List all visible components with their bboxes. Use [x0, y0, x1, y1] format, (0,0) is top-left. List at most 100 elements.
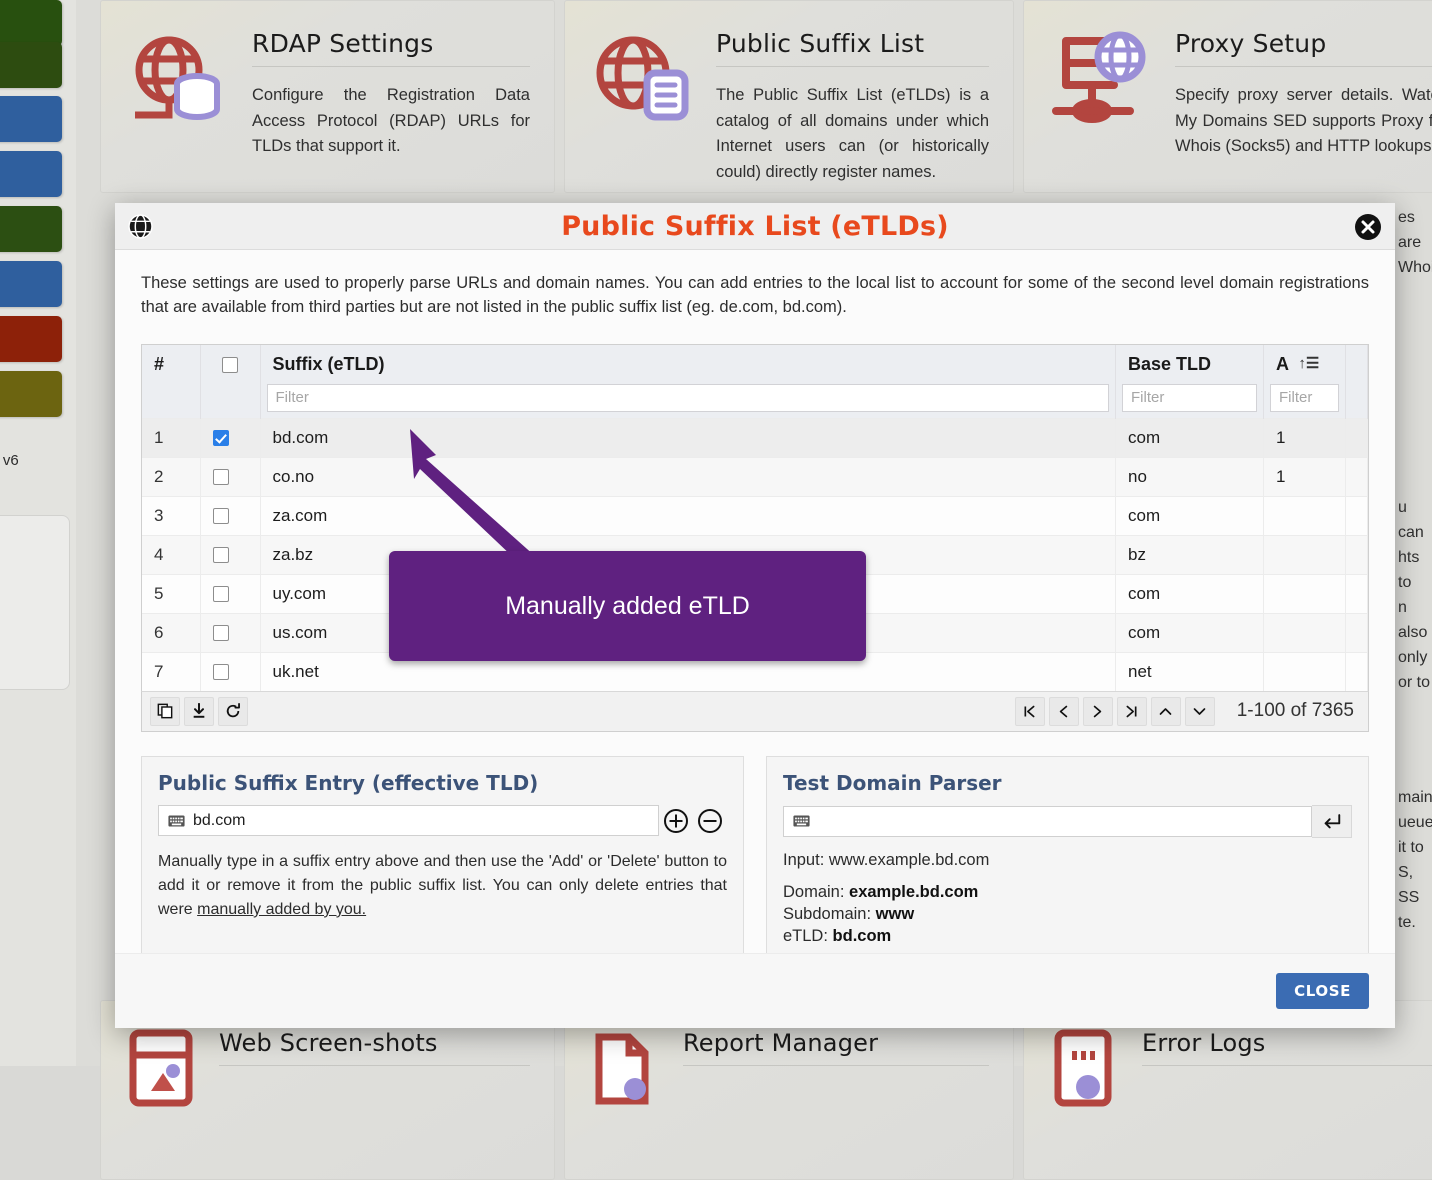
cell-row-number: 6: [142, 612, 201, 653]
screenshot-icon: [125, 1029, 203, 1107]
cell-select[interactable]: [200, 495, 261, 536]
scroll-down-icon[interactable]: [1184, 696, 1215, 726]
plus-circle-icon[interactable]: [659, 805, 693, 837]
row-checkbox[interactable]: [212, 625, 229, 642]
minus-circle-icon[interactable]: [693, 805, 727, 837]
cell-added: [1263, 534, 1346, 575]
sidebar-item-1[interactable]: [0, 0, 62, 46]
select-all-checkbox[interactable]: [222, 357, 238, 374]
frag: it to: [1398, 839, 1424, 856]
row-checkbox[interactable]: [212, 664, 229, 681]
table-row[interactable]: 2 co.no no 1: [142, 456, 1368, 497]
enter-key-icon[interactable]: [1312, 804, 1352, 838]
frag: u can: [1398, 499, 1424, 541]
next-page-icon[interactable]: [1082, 696, 1113, 726]
sidebar-item-2[interactable]: [0, 42, 62, 88]
globe-document-icon: [589, 29, 694, 124]
cell-spacer: [1345, 495, 1368, 536]
refresh-icon[interactable]: [218, 696, 248, 726]
cell-spacer: [1345, 456, 1368, 497]
sort-ascending-icon[interactable]: ↑☰: [1298, 354, 1319, 372]
cell-select[interactable]: [200, 612, 261, 653]
card-public-suffix-list[interactable]: Public Suffix List The Public Suffix Lis…: [564, 0, 1014, 193]
left-sidebar: on v6: [0, 0, 76, 1066]
cell-select[interactable]: [200, 456, 261, 497]
annotation-callout: Manually added eTLD: [389, 551, 866, 661]
cell-row-number: 1: [142, 417, 201, 458]
header-suffix[interactable]: Suffix (eTLD): [260, 344, 1116, 384]
table-row[interactable]: 1 bd.com com 1: [142, 417, 1368, 458]
header-row-number[interactable]: #: [142, 344, 201, 384]
parser-subdomain-value: www: [875, 904, 915, 923]
cell-select[interactable]: [200, 573, 261, 614]
cell-row-number: 4: [142, 534, 201, 575]
row-checkbox[interactable]: [212, 547, 229, 564]
sidebar-item-8[interactable]: [0, 371, 62, 417]
sidebar-item-3[interactable]: [0, 96, 62, 142]
sidebar-item-6[interactable]: [0, 261, 62, 307]
cell-select[interactable]: [200, 417, 261, 458]
scroll-up-icon[interactable]: [1150, 696, 1181, 726]
server-globe-icon: [1048, 29, 1153, 124]
frag: only: [1398, 649, 1428, 666]
table-header-row: # Suffix (eTLD) Base TLD A ↑☰: [142, 344, 1368, 384]
cell-added: 1: [1263, 456, 1346, 497]
cell-select[interactable]: [200, 651, 261, 691]
cell-select[interactable]: [200, 534, 261, 575]
row-checkbox[interactable]: [212, 430, 229, 447]
sidebar-item-5[interactable]: [0, 206, 62, 252]
last-page-icon[interactable]: [1116, 696, 1147, 726]
close-button[interactable]: CLOSE: [1276, 973, 1369, 1009]
error-log-icon: [1048, 1029, 1126, 1107]
cell-added: [1263, 612, 1346, 653]
cell-added: [1263, 651, 1346, 691]
test-domain-parser-panel: Test Domain Parser Input: www.example.bd…: [766, 755, 1369, 971]
card-proxy-setup[interactable]: Proxy Setup Specify proxy server details…: [1023, 0, 1432, 193]
entry-input-row: bd.com: [158, 805, 727, 837]
previous-page-icon[interactable]: [1048, 696, 1079, 726]
parser-input[interactable]: [783, 805, 1312, 837]
table-row[interactable]: 3 za.com com: [142, 495, 1368, 536]
row-checkbox[interactable]: [212, 469, 229, 486]
entry-help-link[interactable]: manually added by you.: [197, 901, 366, 918]
download-icon[interactable]: [184, 696, 214, 726]
filter-cell-base: [1115, 383, 1264, 419]
close-circle-icon[interactable]: [1355, 214, 1381, 240]
header-select-all[interactable]: [200, 344, 261, 384]
cell-spacer: [1345, 417, 1368, 458]
suffix-entry-value: bd.com: [193, 811, 246, 829]
suffix-entry-input[interactable]: bd.com: [158, 805, 659, 837]
card-title: Report Manager: [683, 1029, 879, 1057]
frag: hts to: [1398, 549, 1420, 591]
card-text: Specify proxy server details. Watch My D…: [1175, 86, 1432, 156]
cell-base-tld: com: [1115, 573, 1264, 614]
right-edge-fragment-2: u can hts to n also only or to: [1398, 495, 1432, 695]
grid-toolbar-left: [150, 696, 248, 726]
row-checkbox[interactable]: [212, 508, 229, 525]
grid-toolbar-right: 1-100 of 7365: [1014, 696, 1360, 726]
pagination-range: 1-100 of 7365: [1236, 700, 1354, 722]
header-base-tld[interactable]: Base TLD: [1115, 344, 1264, 384]
parser-input-row: [783, 804, 1352, 838]
copy-icon[interactable]: [150, 696, 180, 726]
sidebar-version-note: on v6: [0, 452, 19, 469]
frag: ueue: [1398, 814, 1432, 831]
grid-toolbar: 1-100 of 7365: [141, 690, 1369, 732]
cell-row-number: 7: [142, 651, 201, 691]
base-tld-filter-input[interactable]: [1122, 383, 1257, 412]
suffix-filter-input[interactable]: [266, 383, 1109, 412]
cell-spacer: [1345, 612, 1368, 653]
card-rdap-settings[interactable]: RDAP Settings Configure the Registration…: [100, 0, 555, 193]
header-added[interactable]: A ↑☰: [1263, 344, 1346, 384]
parser-input-line: Input: www.example.bd.com: [783, 851, 1352, 870]
sidebar-item-7[interactable]: [0, 316, 62, 362]
row-checkbox[interactable]: [212, 586, 229, 603]
sidebar-partial-card: [0, 515, 70, 690]
added-filter-input[interactable]: [1270, 383, 1339, 412]
annotation-label: Manually added eTLD: [505, 591, 750, 620]
public-suffix-entry-panel: Public Suffix Entry (effective TLD) bd.c…: [141, 755, 744, 971]
sidebar-item-4[interactable]: [0, 151, 62, 197]
first-page-icon[interactable]: [1014, 696, 1045, 726]
filter-cell-num: [142, 383, 201, 419]
bottom-panels: Public Suffix Entry (effective TLD) bd.c…: [141, 755, 1369, 971]
